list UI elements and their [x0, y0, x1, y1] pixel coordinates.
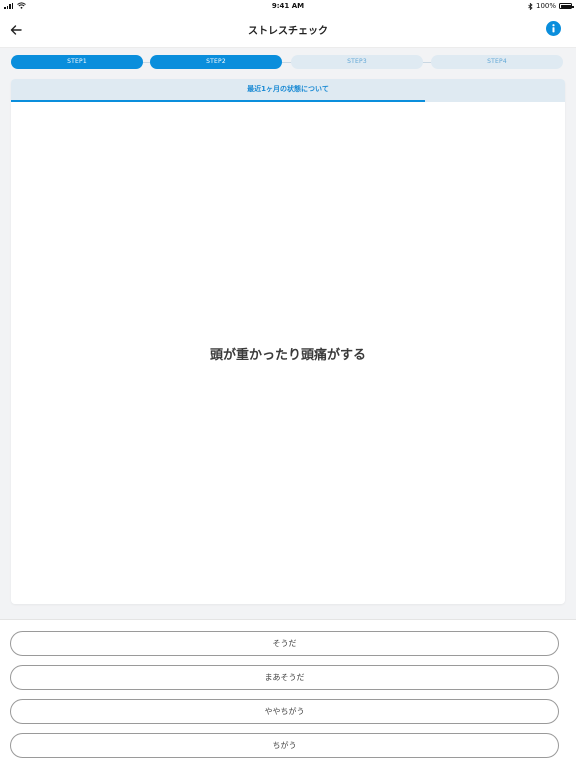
step-1: STEP1	[11, 55, 143, 69]
status-time: 9:41 AM	[271, 2, 305, 10]
answer-button-yayachigau[interactable]: ややちがう	[10, 699, 559, 724]
nav-bar: ストレスチェック	[0, 12, 576, 48]
step-3: STEP3	[291, 55, 423, 69]
answer-button-maasoda[interactable]: まあそうだ	[10, 665, 559, 690]
step-4: STEP4	[431, 55, 563, 69]
answer-button-chigau[interactable]: ちがう	[10, 733, 559, 758]
battery-percent: 100%	[535, 2, 556, 10]
page-title: ストレスチェック	[248, 26, 328, 37]
answer-button-soda[interactable]: そうだ	[10, 631, 559, 656]
status-right: 100%	[528, 2, 574, 10]
bluetooth-icon	[528, 2, 533, 10]
step-indicator: STEP1 STEP2 STEP3 STEP4	[11, 55, 564, 70]
question-card: 最近1ヶ月の状態について 頭が重かったり頭痛がする	[11, 79, 565, 604]
progress-bar	[11, 100, 565, 102]
info-button[interactable]	[546, 21, 561, 36]
question-text: 頭が重かったり頭痛がする	[209, 348, 366, 363]
battery-fill	[560, 4, 571, 8]
info-icon	[552, 24, 555, 33]
battery-icon	[559, 3, 574, 9]
step-2: STEP2	[150, 55, 282, 69]
progress-fill	[11, 100, 425, 102]
answer-panel: そうだ まあそうだ ややちがう ちがう	[0, 619, 576, 768]
card-header: 最近1ヶ月の状態について	[11, 79, 565, 100]
status-bar: 9:41 AM 100%	[0, 0, 576, 12]
